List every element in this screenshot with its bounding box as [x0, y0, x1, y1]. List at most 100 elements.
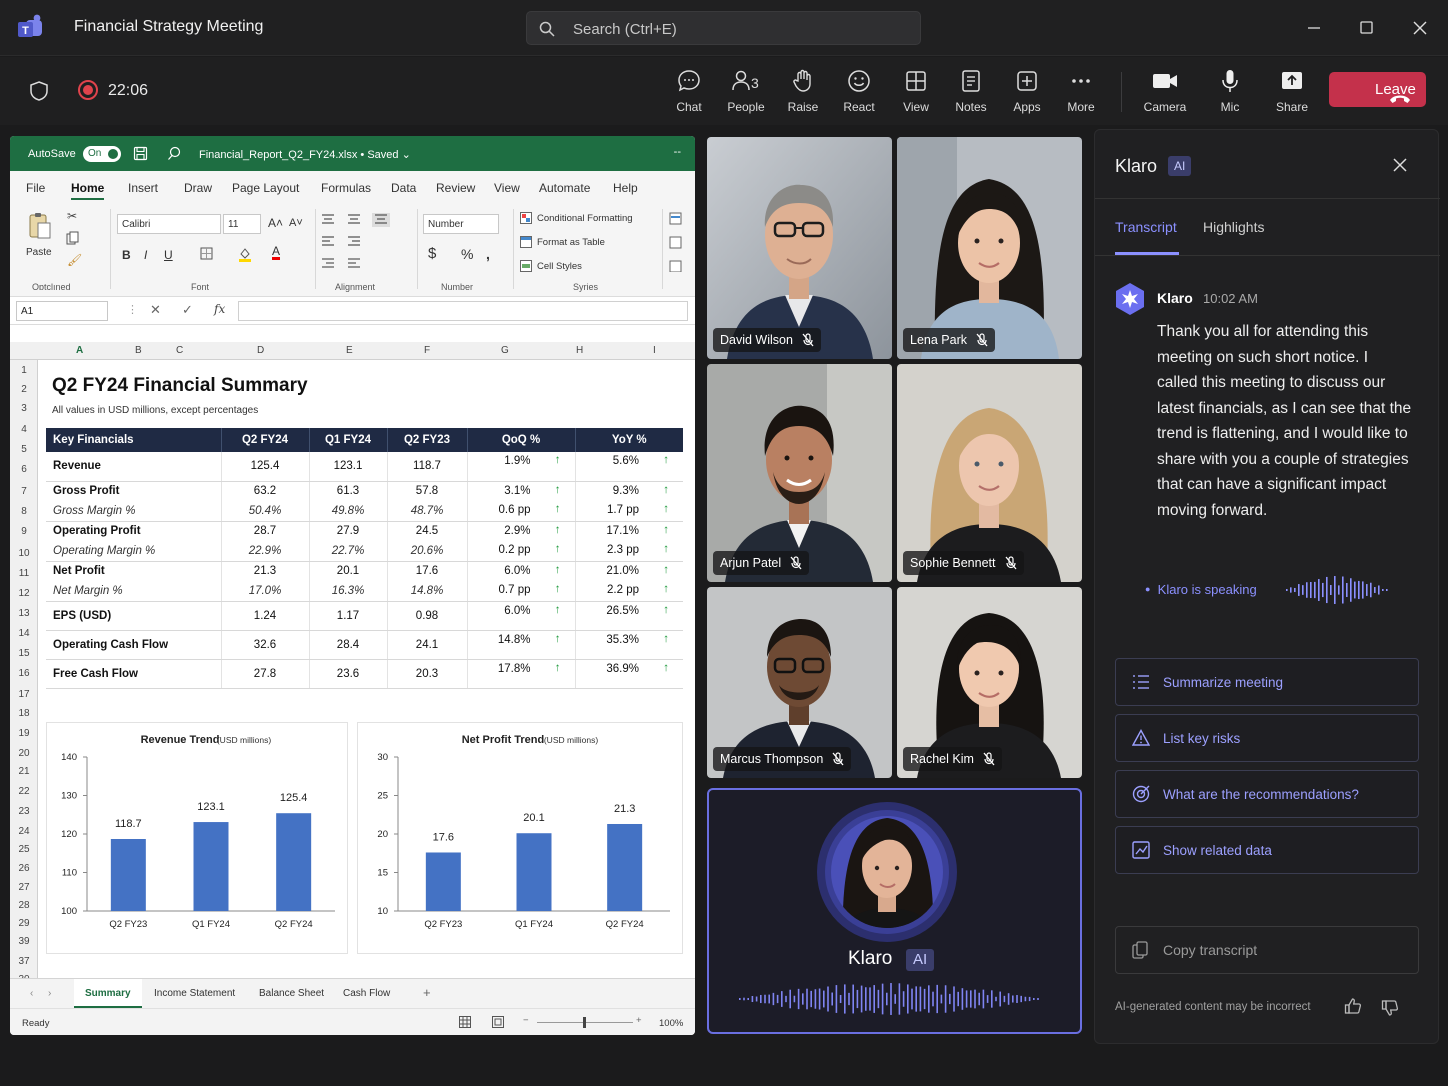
tab-transcript[interactable]: Transcript	[1115, 219, 1179, 255]
menu-insert[interactable]: Insert	[128, 181, 158, 195]
format-painter-icon[interactable]: 🖌	[67, 253, 82, 267]
list-key-risks-button[interactable]: List key risks	[1115, 714, 1419, 762]
table-row[interactable]: Gross Margin % 50.4% 49.8% 48.7% 0.6 pp ↑ 1.7 …	[46, 501, 683, 522]
chat-button[interactable]: Chat	[661, 68, 717, 118]
confirm-formula-icon[interactable]: ✓	[182, 302, 193, 318]
borders-icon[interactable]	[200, 247, 213, 260]
sheet-tab-summary[interactable]: Summary	[74, 979, 142, 1008]
video-tile-lena-park[interactable]: Lena Park	[897, 137, 1082, 359]
row-number[interactable]: 37	[10, 956, 38, 967]
save-icon[interactable]	[133, 146, 148, 161]
row-number[interactable]: 24	[10, 826, 38, 837]
row-number[interactable]: 13	[10, 608, 38, 619]
row-number[interactable]: 8	[10, 506, 38, 517]
minimize-icon[interactable]	[1304, 18, 1324, 38]
normal-view-icon[interactable]	[459, 1016, 471, 1028]
page-layout-view-icon[interactable]	[492, 1016, 504, 1028]
font-size-select[interactable]: 11	[223, 214, 261, 234]
row-number[interactable]: 7	[10, 486, 38, 497]
video-tile-sophie-bennett[interactable]: Sophie Bennett	[897, 364, 1082, 582]
menu-draw[interactable]: Draw	[184, 181, 212, 195]
show-related-data-button[interactable]: Show related data	[1115, 826, 1419, 874]
zoom-in-icon[interactable]: +	[636, 1015, 642, 1026]
zoom-out-icon[interactable]: −	[523, 1015, 529, 1026]
menu-data[interactable]: Data	[391, 181, 416, 195]
row-number[interactable]: 27	[10, 882, 38, 893]
table-row[interactable]: Operating Cash Flow 32.6 28.4 24.1 14.8% ↑ 35.…	[46, 630, 683, 660]
row-number[interactable]: 17	[10, 689, 38, 700]
sheet-tab-balance-sheet[interactable]: Balance Sheet	[259, 988, 324, 999]
currency-icon[interactable]: $	[428, 245, 436, 262]
video-tile-marcus-thompson[interactable]: Marcus Thompson	[707, 587, 892, 778]
view-button[interactable]: View	[888, 68, 944, 118]
shrink-font-icon[interactable]: A˅	[289, 217, 303, 229]
close-icon[interactable]	[1391, 156, 1409, 174]
row-number[interactable]: 10	[10, 548, 38, 559]
table-row[interactable]: Gross Profit 63.2 61.3 57.8 3.1% ↑ 9.3% ↑	[46, 481, 683, 501]
camera-button[interactable]: Camera	[1137, 68, 1193, 118]
next-sheet-icon[interactable]: ›	[48, 988, 51, 999]
table-row[interactable]: EPS (USD) 1.24 1.17 0.98 6.0% ↑ 26.5% ↑	[46, 601, 683, 631]
sheet-tab-income-statement[interactable]: Income Statement	[154, 988, 235, 999]
apps-button[interactable]: Apps	[999, 68, 1055, 118]
menu-view[interactable]: View	[494, 181, 520, 195]
add-sheet-icon[interactable]: +	[423, 985, 431, 1000]
summarize-meeting-button[interactable]: Summarize meeting	[1115, 658, 1419, 706]
table-row[interactable]: Operating Profit 28.7 27.9 24.5 2.9% ↑ 17.1% ↑	[46, 521, 683, 541]
table-row[interactable]: Net Profit 21.3 20.1 17.6 6.0% ↑ 21.0% ↑	[46, 561, 683, 581]
row-number[interactable]: 21	[10, 766, 38, 777]
table-row[interactable]: Operating Margin % 22.9% 22.7% 20.6% 0.2 pp ↑…	[46, 541, 683, 562]
copy-icon[interactable]	[66, 231, 80, 245]
thumbs-up-icon[interactable]	[1344, 997, 1362, 1015]
row-number[interactable]: 14	[10, 628, 38, 639]
table-row[interactable]: Net Margin % 17.0% 16.3% 14.8% 0.7 pp ↑ 2.2 pp…	[46, 581, 683, 602]
menu-automate[interactable]: Automate	[539, 181, 590, 195]
row-number[interactable]: 3	[10, 403, 38, 414]
more-button[interactable]: More	[1053, 68, 1109, 118]
notes-button[interactable]: Notes	[943, 68, 999, 118]
ribbon-collapse-icon[interactable]: --	[674, 146, 681, 158]
row-number[interactable]: 28	[10, 900, 38, 911]
row-number[interactable]: 18	[10, 708, 38, 719]
tab-highlights[interactable]: Highlights	[1203, 219, 1264, 235]
row-number[interactable]: 4	[10, 424, 38, 435]
maximize-icon[interactable]	[1357, 18, 1377, 38]
video-tile-arjun-patel[interactable]: Arjun Patel	[707, 364, 892, 582]
menu-file[interactable]: File	[26, 181, 45, 195]
row-number[interactable]: 5	[10, 444, 38, 455]
net-profit-trend-chart[interactable]: Net Profit Trend (USD millions) 10 15 20 25 30…	[357, 722, 683, 954]
menu-page-layout[interactable]: Page Layout	[232, 181, 299, 195]
video-tile-klaro-ai[interactable]: Klaro AI	[707, 788, 1082, 1034]
search-box[interactable]: Search (Ctrl+E)	[526, 11, 921, 45]
leave-button[interactable]: Leave	[1329, 72, 1426, 107]
cell-styles-button[interactable]: Cell Styles	[537, 261, 582, 272]
copy-transcript-button[interactable]: Copy transcript	[1115, 926, 1419, 974]
shield-icon[interactable]	[28, 80, 50, 102]
percent-icon[interactable]: %	[461, 246, 473, 262]
insert-cells-icon[interactable]	[669, 212, 695, 272]
share-button[interactable]: Share	[1264, 68, 1320, 118]
insert-function-icon[interactable]: fx	[214, 302, 225, 316]
search-sheet-icon[interactable]	[167, 146, 182, 161]
row-number[interactable]: 39	[10, 936, 38, 947]
format-as-table-button[interactable]: Format as Table	[537, 237, 605, 248]
align-top-icon[interactable]	[322, 213, 392, 275]
paste-icon[interactable]	[27, 211, 53, 241]
raise-hand-button[interactable]: Raise	[775, 68, 831, 118]
bold-icon[interactable]: B	[122, 248, 131, 262]
spreadsheet-grid[interactable]: A B C D E F G H I 1 2 3 4 5 6 7 8 9 10 11 12 13 14 15 1…	[10, 342, 695, 985]
sheet-tab-cash-flow[interactable]: Cash Flow	[343, 988, 390, 999]
row-number[interactable]: 29	[10, 918, 38, 929]
close-window-icon[interactable]	[1410, 18, 1430, 38]
video-tile-rachel-kim[interactable]: Rachel Kim	[897, 587, 1082, 778]
row-number[interactable]: 16	[10, 668, 38, 679]
row-number[interactable]: 20	[10, 748, 38, 759]
conditional-formatting-button[interactable]: Conditional Formatting	[537, 213, 633, 224]
react-button[interactable]: React	[831, 68, 887, 118]
row-number[interactable]: 15	[10, 648, 38, 659]
menu-formulas[interactable]: Formulas	[321, 181, 371, 195]
row-number[interactable]: 11	[10, 568, 38, 579]
prev-sheet-icon[interactable]: ‹	[30, 988, 33, 999]
menu-home[interactable]: Home	[71, 181, 105, 200]
comma-style-icon[interactable]: ,	[486, 246, 490, 262]
